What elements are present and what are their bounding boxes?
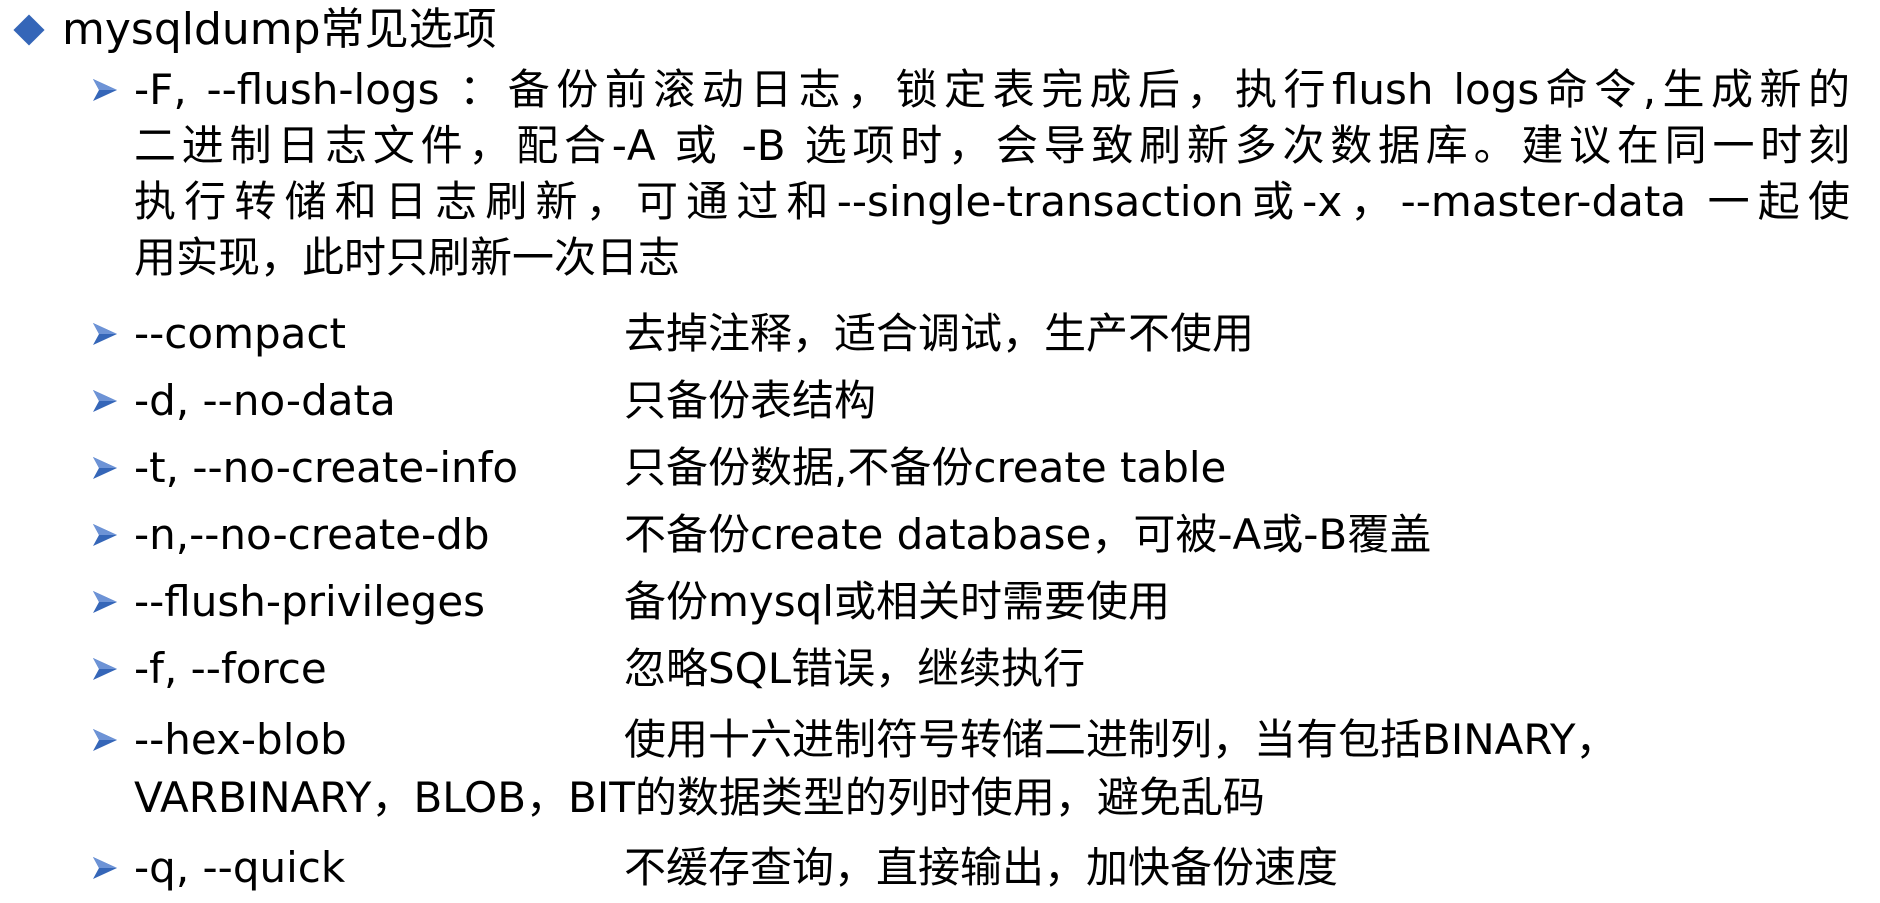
list-item: --compact 去掉注释，适合调试，生产不使用 (90, 306, 1850, 362)
flush-logs-description: -F, --flush-logs ：备份前滚动日志，锁定表完成后，执行flush… (134, 62, 1850, 286)
list-item: --flush-privileges 备份mysql或相关时需要使用 (90, 574, 1850, 630)
arrow-bullet-icon (90, 319, 120, 349)
option-description-continuation: VARBINARY，BLOB，BIT的数据类型的列时使用，避免乱码 (134, 773, 1265, 822)
text-line: -F, --flush-logs ：备份前滚动日志，锁定表完成后，执行flush… (134, 65, 1850, 114)
title-text: mysqldump常见选项 (62, 4, 497, 55)
diamond-bullet-icon (13, 14, 45, 46)
arrow-bullet-icon (90, 386, 120, 416)
option-name: --flush-privileges (134, 577, 486, 626)
arrow-bullet-icon (90, 587, 120, 617)
option-description: 备份mysql或相关时需要使用 (624, 577, 1170, 626)
text-line: 执行转储和日志刷新，可通过和--single-transaction或-x，--… (134, 177, 1850, 226)
option-description: 去掉注释，适合调试，生产不使用 (624, 309, 1255, 358)
list-item: --hex-blob 使用十六进制符号转储二进制列，当有包括BINARY， (90, 712, 1850, 768)
option-name: -n,--no-create-db (134, 510, 490, 559)
list-item: -n,--no-create-db 不备份create database，可被-… (90, 507, 1850, 563)
arrow-bullet-icon (90, 453, 120, 483)
option-description: 只备份表结构 (624, 376, 877, 425)
list-item: -t, --no-create-info 只备份数据,不备份create tab… (90, 440, 1850, 496)
arrow-bullet-icon (90, 75, 120, 105)
arrow-bullet-icon (90, 654, 120, 684)
option-name: -t, --no-create-info (134, 443, 519, 492)
option-name: --compact (134, 309, 346, 358)
option-name: -f, --force (134, 644, 327, 693)
option-description: 只备份数据,不备份create table (624, 443, 1227, 492)
option-description: 不缓存查询，直接输出，加快备份速度 (624, 843, 1339, 892)
slide-title: mysqldump常见选项 (10, 0, 497, 60)
text-line: 二进制日志文件，配合-A 或 -B 选项时，会导致刷新多次数据库。建议在同一时刻 (134, 121, 1850, 170)
list-item: -d, --no-data 只备份表结构 (90, 373, 1850, 429)
option-description: 忽略SQL错误，继续执行 (624, 644, 1086, 693)
option-name: -q, --quick (134, 843, 346, 892)
arrow-bullet-icon (90, 853, 120, 883)
list-item: -q, --quick 不缓存查询，直接输出，加快备份速度 (90, 840, 1850, 896)
arrow-bullet-icon (90, 520, 120, 550)
arrow-bullet-icon (90, 725, 120, 755)
option-name: --hex-blob (134, 715, 347, 764)
option-description: 不备份create database，可被-A或-B覆盖 (624, 510, 1432, 559)
list-item: -f, --force 忽略SQL错误，继续执行 (90, 641, 1850, 697)
option-description: 使用十六进制符号转储二进制列，当有包括BINARY， (624, 715, 1618, 764)
option-name: -d, --no-data (134, 376, 396, 425)
text-line: 用实现，此时只刷新一次日志 (134, 233, 681, 282)
list-item-flush-logs: -F, --flush-logs ：备份前滚动日志，锁定表完成后，执行flush… (90, 62, 1850, 286)
